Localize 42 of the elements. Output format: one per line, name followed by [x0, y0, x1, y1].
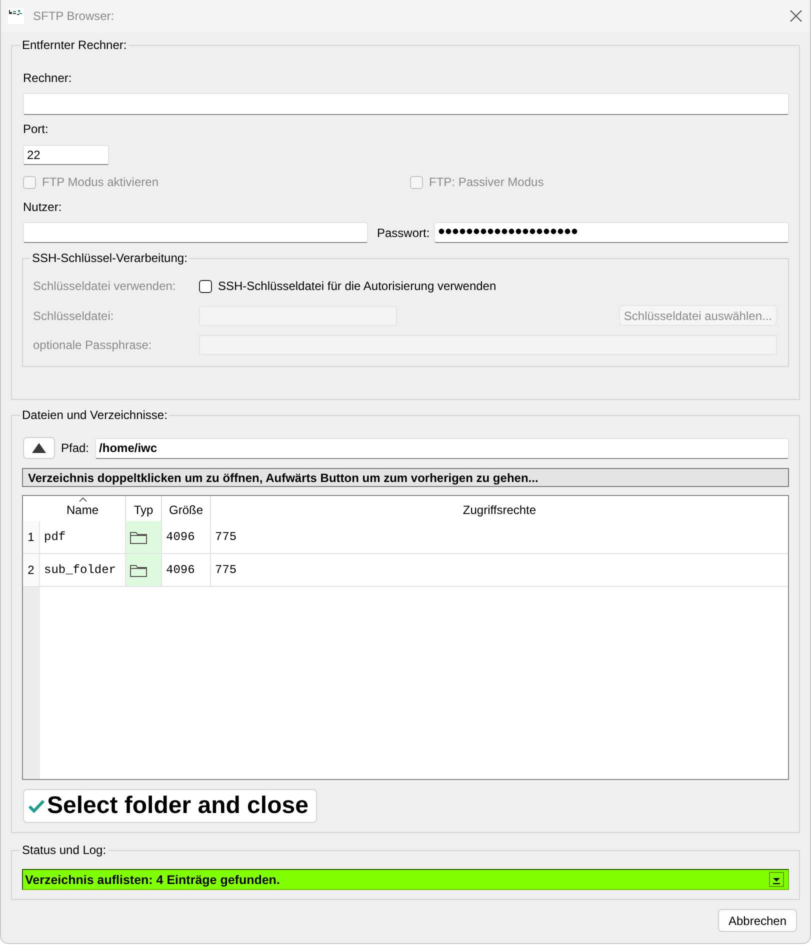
- cancel-button[interactable]: Abbrechen: [718, 909, 797, 932]
- checkbox-label: SSH-Schlüsseldatei für die Autorisierung verwenden: [218, 279, 496, 293]
- row-number: 2: [23, 554, 40, 587]
- user-field[interactable]: [23, 222, 368, 243]
- panel-title: Dateien und Verzeichnisse:: [21, 408, 168, 422]
- folder-icon: [130, 564, 147, 576]
- checkbox-label: FTP: Passiver Modus: [429, 175, 544, 189]
- close-icon: [790, 10, 802, 22]
- check-icon: [28, 799, 45, 813]
- select-folder-button[interactable]: Select folder and close: [23, 789, 317, 823]
- field-label: Schlüsseldatei:: [33, 308, 115, 322]
- field-label: Schlüsseldatei verwenden:: [33, 279, 177, 293]
- panel-title: Status und Log:: [21, 843, 108, 857]
- field-label: Pfad:: [61, 441, 90, 455]
- checkbox-label: FTP Modus aktivieren: [42, 175, 158, 189]
- table-cell: 775: [211, 554, 788, 587]
- field-label: Port:: [23, 122, 50, 136]
- app-icon: [8, 8, 24, 24]
- hint-bar: Verzeichnis doppeltklicken um zu öffnen, Aufwärts Button um zum vorherigen zu gehen...: [22, 468, 789, 487]
- table-cell: 775: [211, 521, 788, 554]
- column-header[interactable]: Zugriffsrechte: [211, 496, 788, 521]
- host-field[interactable]: [23, 93, 789, 115]
- up-triangle-icon: [32, 443, 46, 453]
- field-label: Rechner:: [23, 71, 73, 85]
- table-cell: 4096: [162, 554, 211, 587]
- panel-title: Entfernter Rechner:: [21, 38, 128, 52]
- port-field[interactable]: 22: [23, 145, 109, 165]
- close-button[interactable]: [790, 10, 802, 22]
- window-title: SFTP Browser:: [33, 9, 116, 23]
- status-dropdown[interactable]: Verzeichnis auflisten: 4 Einträge gefunden.: [22, 869, 789, 890]
- table-cell: 4096: [162, 521, 211, 554]
- column-header[interactable]: Größe: [162, 496, 211, 521]
- field-label: Nutzer:: [23, 200, 63, 214]
- folder-icon: [130, 530, 147, 544]
- sort-caret-icon: [78, 497, 86, 502]
- row-number: 1: [23, 521, 40, 554]
- up-button[interactable]: [23, 437, 55, 459]
- path-field[interactable]: /home/iwc: [95, 438, 789, 458]
- password-field[interactable]: ••••••••••••••••••••: [434, 222, 789, 243]
- field-label: Passwort:: [377, 226, 431, 240]
- panel-title: SSH-Schlüssel-Verarbeitung:: [31, 251, 188, 265]
- field-label: optionale Passphrase:: [33, 338, 153, 352]
